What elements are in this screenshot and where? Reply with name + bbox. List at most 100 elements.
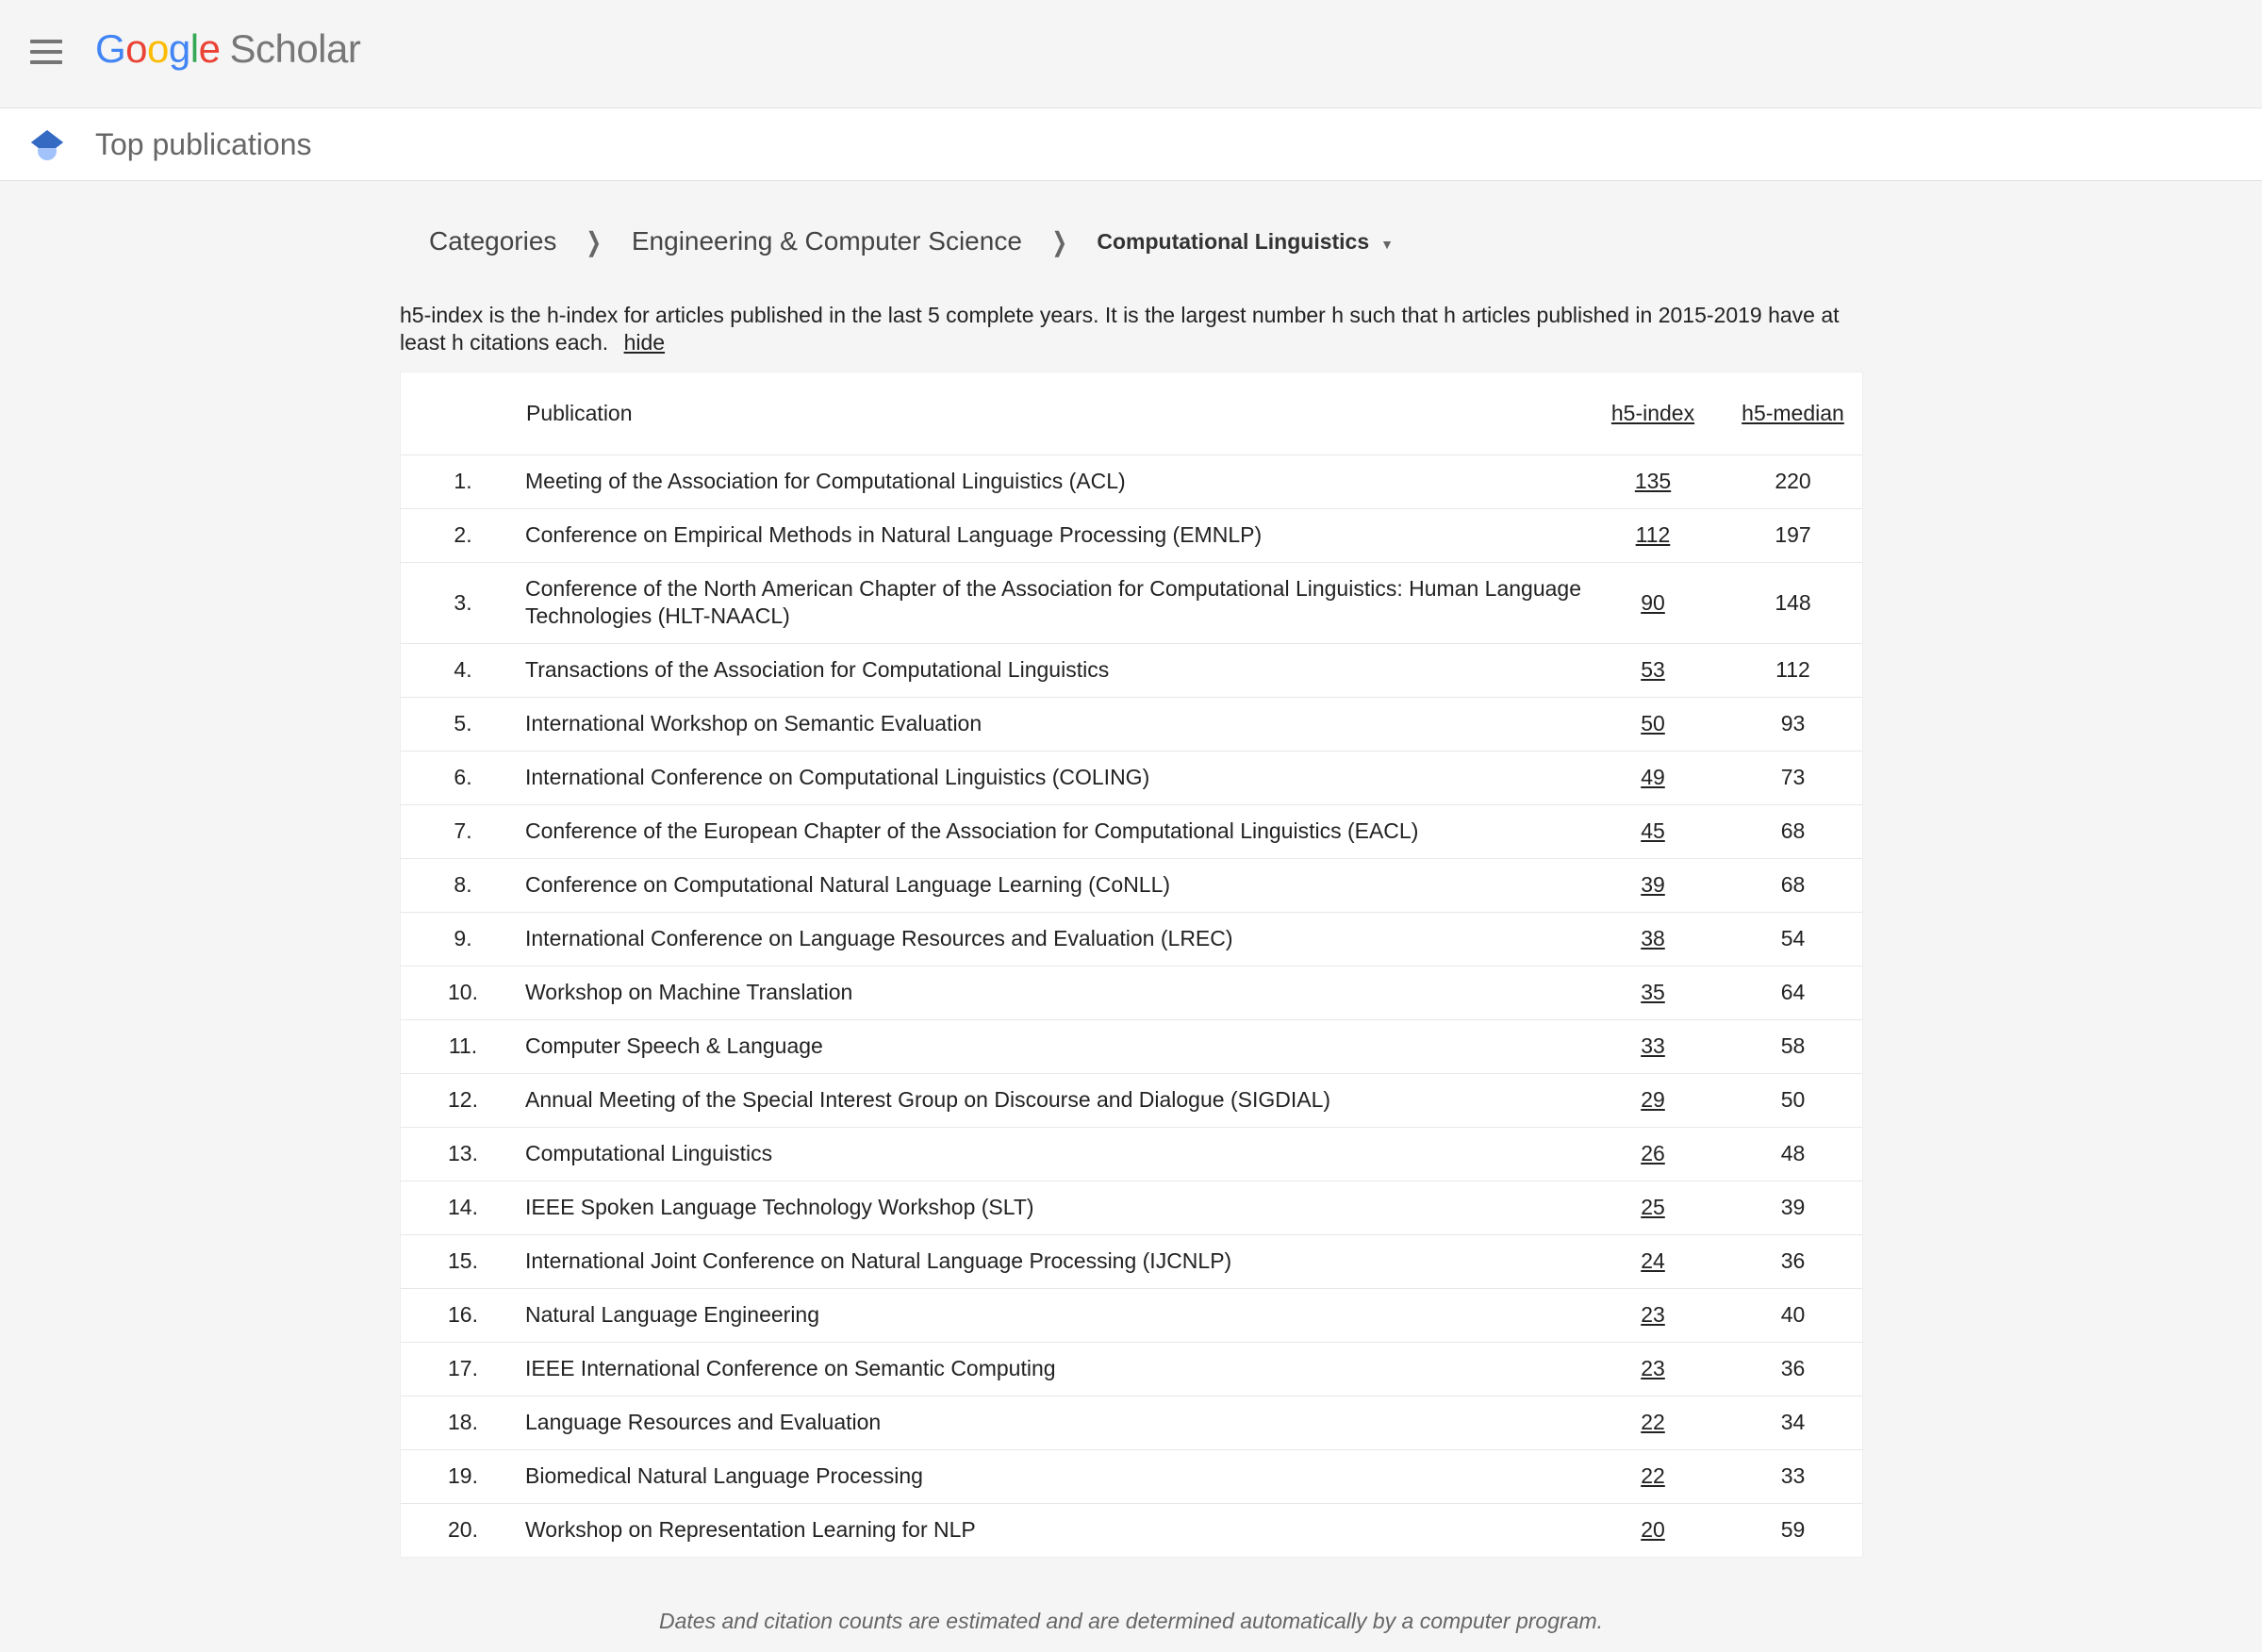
- h5-index-link[interactable]: 23: [1582, 1342, 1724, 1396]
- table-row: 16. Natural Language Engineering 23 40: [401, 1288, 1862, 1342]
- h5-median-cell: 64: [1780, 980, 1806, 1004]
- publication-name[interactable]: International Joint Conference on Natura…: [525, 1234, 1582, 1288]
- h5-index-link[interactable]: 33: [1582, 1019, 1724, 1073]
- logo-scholar-text: Scholar: [229, 26, 361, 71]
- publication-name[interactable]: Natural Language Engineering: [525, 1288, 1582, 1342]
- publication-name[interactable]: International Workshop on Semantic Evalu…: [525, 697, 1582, 751]
- table-row: 12. Annual Meeting of the Special Interes…: [401, 1073, 1862, 1127]
- table-header-row: Publication h5-index h5-median: [401, 372, 1862, 454]
- h5-index-header[interactable]: h5-index: [1582, 372, 1724, 454]
- sub-header: Top publications: [0, 108, 2262, 181]
- table-row: 19. Biomedical Natural Language Processin…: [401, 1449, 1862, 1503]
- publication-name[interactable]: Meeting of the Association for Computati…: [525, 454, 1582, 508]
- google-scholar-logo[interactable]: Google Scholar: [95, 26, 361, 72]
- publication-name[interactable]: Conference of the European Chapter of th…: [525, 804, 1582, 858]
- table-row: 3. Conference of the North American Chapt…: [401, 562, 1862, 643]
- top-bar: Google Scholar: [0, 0, 2262, 108]
- table-row: 17. IEEE International Conference on Sema…: [401, 1342, 1862, 1396]
- h5-index-link[interactable]: 135: [1582, 454, 1724, 508]
- publication-name[interactable]: Computational Linguistics: [525, 1127, 1582, 1181]
- h5-index-link[interactable]: 90: [1582, 562, 1724, 643]
- h5-index-link[interactable]: 50: [1582, 697, 1724, 751]
- chevron-right-icon: ❯: [1051, 226, 1067, 256]
- h5-index-link[interactable]: 26: [1582, 1127, 1724, 1181]
- h5-index-link[interactable]: 49: [1582, 751, 1724, 804]
- publication-name[interactable]: Conference on Empirical Methods in Natur…: [525, 508, 1582, 562]
- table-row: 13. Computational Linguistics 26 48: [401, 1127, 1862, 1181]
- publication-name[interactable]: IEEE International Conference on Semanti…: [525, 1342, 1582, 1396]
- breadcrumb-categories[interactable]: Categories: [429, 226, 556, 256]
- rank-cell: 2.: [454, 522, 472, 547]
- breadcrumb: Categories ❯ Engineering & Computer Scie…: [429, 223, 1394, 260]
- table-row: 10. Workshop on Machine Translation 35 64: [401, 966, 1862, 1019]
- rank-cell: 18.: [448, 1410, 478, 1434]
- breadcrumb-current-dropdown[interactable]: Computational Linguistics ▼: [1097, 229, 1394, 255]
- publication-name[interactable]: International Conference on Computationa…: [525, 751, 1582, 804]
- publication-name[interactable]: Transactions of the Association for Comp…: [525, 643, 1582, 697]
- h5-median-cell: 220: [1775, 469, 1811, 493]
- publication-name[interactable]: Workshop on Machine Translation: [525, 966, 1582, 1019]
- h5-median-cell: 36: [1780, 1248, 1806, 1273]
- h5-index-link[interactable]: 23: [1582, 1288, 1724, 1342]
- rank-cell: 11.: [448, 1033, 478, 1058]
- publication-name[interactable]: Annual Meeting of the Special Interest G…: [525, 1073, 1582, 1127]
- h5-index-link[interactable]: 35: [1582, 966, 1724, 1019]
- publication-name[interactable]: International Conference on Language Res…: [525, 912, 1582, 966]
- h5-median-cell: 40: [1780, 1302, 1806, 1327]
- rank-cell: 7.: [454, 818, 472, 843]
- hide-link[interactable]: hide: [624, 330, 665, 355]
- publication-name[interactable]: Conference on Computational Natural Lang…: [525, 858, 1582, 912]
- table-row: 7. Conference of the European Chapter of …: [401, 804, 1862, 858]
- publication-name[interactable]: IEEE Spoken Language Technology Workshop…: [525, 1181, 1582, 1234]
- table-row: 14. IEEE Spoken Language Technology Works…: [401, 1181, 1862, 1234]
- h5-index-link[interactable]: 29: [1582, 1073, 1724, 1127]
- breadcrumb-engineering[interactable]: Engineering & Computer Science: [632, 226, 1022, 256]
- rank-cell: 16.: [448, 1302, 478, 1327]
- h5-index-link[interactable]: 22: [1582, 1396, 1724, 1449]
- rank-cell: 3.: [454, 589, 472, 615]
- page-title: Top publications: [95, 127, 312, 161]
- h5-index-link[interactable]: 22: [1582, 1449, 1724, 1503]
- footer-note: Dates and citation counts are estimated …: [658, 1609, 1604, 1633]
- publication-name[interactable]: Workshop on Representation Learning for …: [525, 1503, 1582, 1557]
- publication-name[interactable]: Biomedical Natural Language Processing: [525, 1449, 1582, 1503]
- rank-cell: 19.: [448, 1463, 478, 1488]
- h5-index-link[interactable]: 25: [1582, 1181, 1724, 1234]
- publication-name[interactable]: Conference of the North American Chapter…: [525, 562, 1582, 643]
- h5-median-cell: 197: [1775, 522, 1811, 547]
- h5-index-link[interactable]: 24: [1582, 1234, 1724, 1288]
- chevron-right-icon: ❯: [586, 226, 603, 256]
- h5-median-cell: 58: [1780, 1033, 1806, 1058]
- table-row: 1. Meeting of the Association for Computa…: [401, 454, 1862, 508]
- h5-median-header[interactable]: h5-median: [1724, 372, 1862, 454]
- caret-down-icon: ▼: [1380, 236, 1394, 252]
- h5-median-cell: 36: [1780, 1356, 1806, 1380]
- h5-median-cell: 148: [1775, 589, 1811, 615]
- publication-name[interactable]: Computer Speech & Language: [525, 1019, 1582, 1073]
- rank-cell: 1.: [454, 469, 472, 493]
- h5-median-cell: 54: [1780, 926, 1806, 950]
- rank-cell: 13.: [448, 1141, 478, 1165]
- rank-cell: 9.: [454, 926, 472, 950]
- h5-median-cell: 34: [1780, 1410, 1806, 1434]
- h5-median-cell: 48: [1780, 1141, 1806, 1165]
- rank-cell: 6.: [454, 765, 472, 789]
- publication-name[interactable]: Language Resources and Evaluation: [525, 1396, 1582, 1449]
- rank-cell: 17.: [448, 1356, 478, 1380]
- rank-cell: 10.: [448, 980, 478, 1004]
- h5-index-link[interactable]: 53: [1582, 643, 1724, 697]
- h5-index-link[interactable]: 38: [1582, 912, 1724, 966]
- h5-index-link[interactable]: 112: [1582, 508, 1724, 562]
- rank-cell: 8.: [454, 872, 472, 897]
- rank-header: [401, 372, 525, 454]
- menu-icon[interactable]: [30, 40, 62, 66]
- h5-index-link[interactable]: 39: [1582, 858, 1724, 912]
- h5-median-cell: 73: [1780, 765, 1806, 789]
- h5-median-cell: 39: [1780, 1195, 1806, 1219]
- table-row: 11. Computer Speech & Language 33 58: [401, 1019, 1862, 1073]
- h5-index-link[interactable]: 20: [1582, 1503, 1724, 1557]
- h5-median-cell: 50: [1780, 1087, 1806, 1112]
- h5-index-note: h5-index is the h-index for articles pub…: [400, 302, 1852, 356]
- rank-cell: 20.: [448, 1517, 478, 1543]
- h5-index-link[interactable]: 45: [1582, 804, 1724, 858]
